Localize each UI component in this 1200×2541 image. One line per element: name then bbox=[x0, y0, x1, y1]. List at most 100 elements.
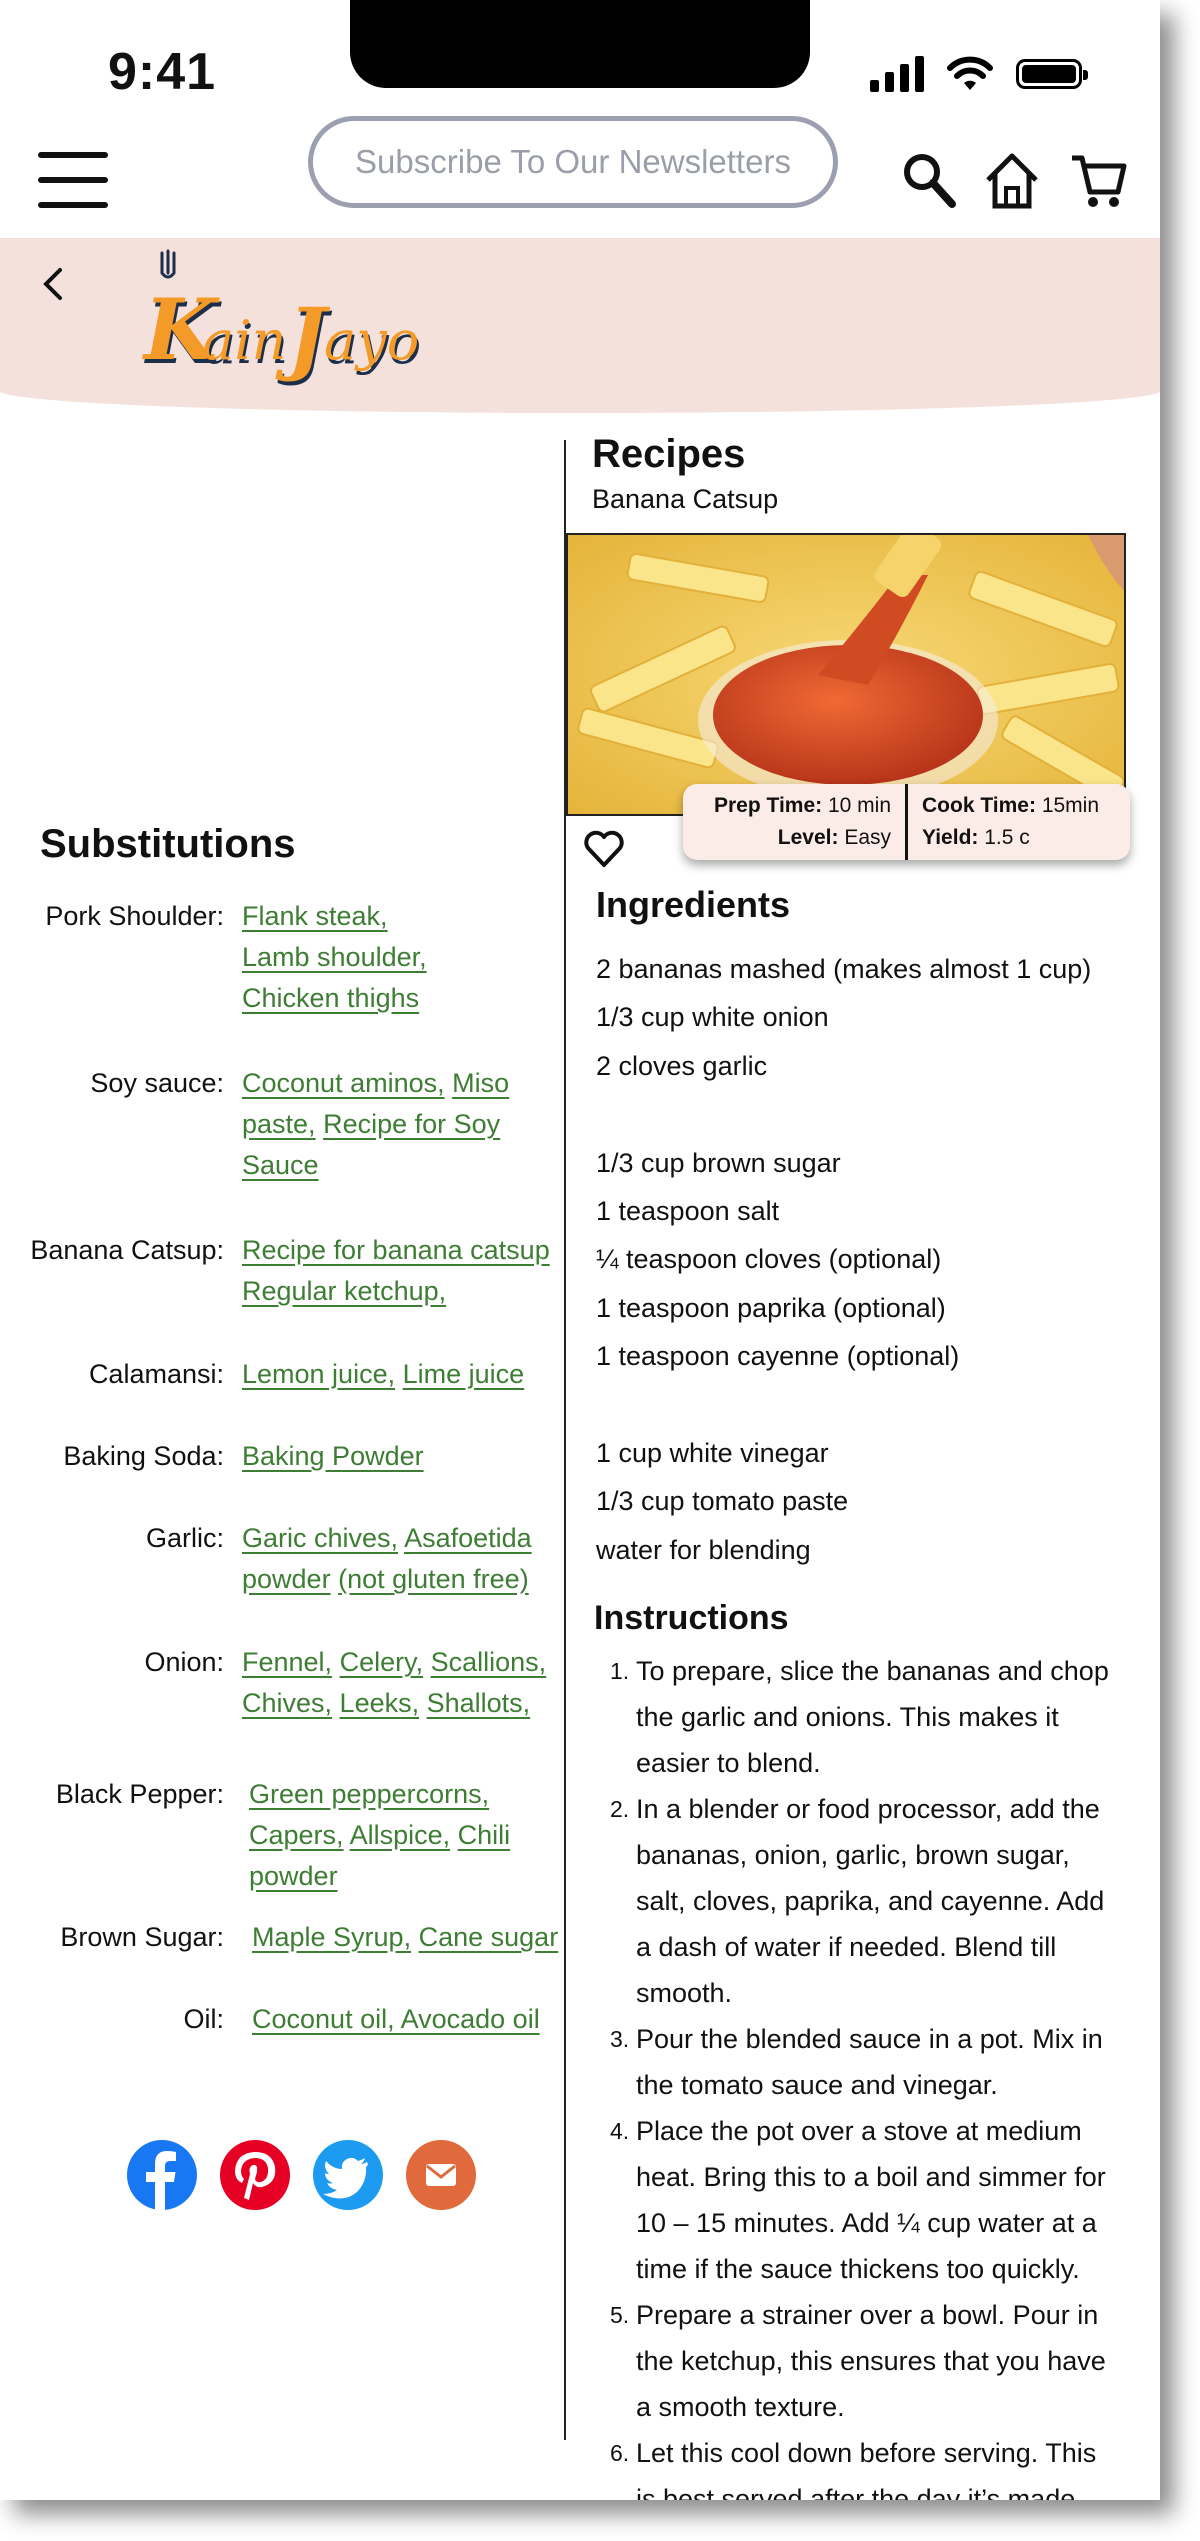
substitution-line: powder bbox=[249, 1856, 569, 1897]
kain-tayo-logo[interactable]: K K ain ain J J ayo ayo bbox=[140, 245, 440, 415]
menu-icon[interactable] bbox=[38, 152, 108, 208]
ingredient-item: 1 teaspoon salt bbox=[596, 1195, 780, 1226]
substitution-link[interactable]: Lemon juice, bbox=[242, 1359, 395, 1389]
substitution-line: Regular ketchup, bbox=[242, 1271, 562, 1312]
substitution-links: Fennel, Celery, Scallions, Chives, Leeks,… bbox=[242, 1642, 562, 1724]
substitution-link[interactable]: Coconut oil, Avocado oil bbox=[252, 2004, 540, 2034]
substitution-link[interactable]: Baking Powder bbox=[242, 1441, 424, 1471]
step-text: Let this cool down before serving. This … bbox=[636, 2438, 1097, 2500]
substitution-link[interactable]: Shallots, bbox=[427, 1688, 531, 1718]
back-chevron-icon[interactable] bbox=[36, 262, 70, 306]
substitution-links: Coconut oil, Avocado oil bbox=[252, 1999, 572, 2040]
substitution-line: powder (not gluten free) bbox=[242, 1559, 562, 1600]
substitution-link[interactable]: Recipe for banana catsup bbox=[242, 1235, 550, 1265]
substitution-link[interactable]: Garic chives, bbox=[242, 1523, 398, 1553]
ingredient-item: 1 cup white vinegar bbox=[596, 1437, 829, 1468]
wifi-icon bbox=[947, 56, 993, 90]
substitution-link[interactable]: Chili bbox=[458, 1820, 511, 1850]
substitution-link[interactable]: Flank steak, bbox=[242, 901, 388, 931]
substitution-link[interactable]: powder bbox=[242, 1564, 331, 1594]
instruction-step: 5. Prepare a strainer over a bowl. Pour i… bbox=[596, 2292, 1116, 2430]
ingredient-spacer bbox=[596, 1381, 1116, 1429]
instructions-list: 1. To prepare, slice the bananas and chop… bbox=[596, 1648, 1116, 2500]
step-number: 2. bbox=[610, 1796, 630, 1822]
facebook-icon[interactable] bbox=[127, 2140, 197, 2210]
substitution-label: Onion: bbox=[144, 1647, 224, 1677]
substitution-links: Green peppercorns, Capers, Allspice, Chil… bbox=[249, 1774, 569, 1897]
step-text: To prepare, slice the bananas and chop t… bbox=[636, 1656, 1109, 1778]
substitution-link[interactable]: Lamb shoulder, bbox=[242, 942, 427, 972]
prep-time-value: 10 min bbox=[827, 794, 891, 817]
substitution-line: paste, Recipe for Soy bbox=[242, 1104, 562, 1145]
substitution-links: Recipe for banana catsup Regular ketchup, bbox=[242, 1230, 562, 1312]
ingredient-item: 1 teaspoon paprika (optional) bbox=[596, 1292, 946, 1323]
substitution-label: Brown Sugar: bbox=[60, 1922, 224, 1952]
substitution-link[interactable]: paste, bbox=[242, 1109, 316, 1139]
substitution-link[interactable]: Asafoetida bbox=[404, 1523, 532, 1553]
info-col-left: Prep Time: 10 min Level: Easy bbox=[683, 784, 908, 860]
recipe-photo bbox=[566, 533, 1126, 816]
substitution-link[interactable]: powder bbox=[249, 1861, 338, 1891]
email-icon[interactable] bbox=[406, 2140, 476, 2210]
instructions-heading: Instructions bbox=[594, 1599, 789, 1637]
substitution-link[interactable]: Miso bbox=[452, 1068, 509, 1098]
substitution-label: Soy sauce: bbox=[90, 1068, 224, 1098]
notch bbox=[350, 0, 810, 88]
substitution-link[interactable]: (not gluten free) bbox=[338, 1564, 529, 1594]
search-icon[interactable] bbox=[900, 148, 960, 212]
substitution-link[interactable]: Celery, bbox=[340, 1647, 424, 1677]
substitution-links: Maple Syrup, Cane sugar bbox=[252, 1917, 572, 1958]
substitution-link[interactable]: Chicken thighs bbox=[242, 983, 419, 1013]
substitution-label: Banana Catsup: bbox=[30, 1235, 224, 1265]
substitution-link[interactable]: Green peppercorns, bbox=[249, 1779, 489, 1809]
ingredient-item: water for blending bbox=[596, 1534, 811, 1565]
substitution-label: Garlic: bbox=[145, 1523, 224, 1553]
favorite-heart-icon[interactable] bbox=[582, 829, 626, 869]
substitution-link[interactable]: Sauce bbox=[242, 1150, 319, 1180]
home-icon[interactable] bbox=[982, 148, 1042, 212]
cook-time-label: Cook Time: bbox=[922, 794, 1036, 817]
step-number: 6. bbox=[610, 2440, 630, 2466]
substitution-link[interactable]: Lime juice bbox=[403, 1359, 525, 1389]
cart-icon[interactable] bbox=[1068, 148, 1128, 212]
ingredient-item: 1/3 cup brown sugar bbox=[596, 1147, 841, 1178]
substitution-line: Lemon juice, Lime juice bbox=[242, 1354, 562, 1395]
substitution-line: Garic chives, Asafoetida bbox=[242, 1518, 562, 1559]
ingredient-item: 1 teaspoon cayenne (optional) bbox=[596, 1341, 960, 1372]
substitution-line: Green peppercorns, bbox=[249, 1774, 569, 1815]
substitution-link[interactable]: Allspice, bbox=[350, 1820, 451, 1850]
substitution-link[interactable]: Cane sugar bbox=[419, 1922, 559, 1952]
substitution-link[interactable]: Fennel, bbox=[242, 1647, 332, 1677]
ingredient-item: 2 cloves garlic bbox=[596, 1050, 768, 1081]
substitution-link[interactable]: Maple Syrup, bbox=[252, 1922, 411, 1952]
level-value: Easy bbox=[844, 826, 891, 849]
substitution-line: Fennel, Celery, Scallions, bbox=[242, 1642, 562, 1683]
substitution-link[interactable]: Leeks, bbox=[340, 1688, 420, 1718]
pinterest-icon[interactable] bbox=[220, 2140, 290, 2210]
twitter-icon[interactable] bbox=[313, 2140, 383, 2210]
battery-icon bbox=[1016, 59, 1088, 89]
step-text: Prepare a strainer over a bowl. Pour in … bbox=[636, 2300, 1106, 2422]
substitution-line: Sauce bbox=[242, 1145, 562, 1186]
recipe-info-card: Prep Time: 10 min Level: Easy Cook Time:… bbox=[683, 784, 1130, 860]
substitution-link[interactable]: Chives, bbox=[242, 1688, 332, 1718]
ingredient-item: 1/3 cup tomato paste bbox=[596, 1486, 849, 1517]
ingredients-heading: Ingredients bbox=[596, 884, 791, 925]
substitution-link[interactable]: Capers, bbox=[249, 1820, 344, 1850]
step-number: 5. bbox=[610, 2302, 630, 2328]
substitution-line: Coconut aminos, Miso bbox=[242, 1063, 562, 1104]
substitution-link[interactable]: Regular ketchup, bbox=[242, 1276, 446, 1306]
status-time: 9:41 bbox=[108, 43, 217, 101]
ingredient-item: ¼ teaspoon cloves (optional) bbox=[596, 1244, 942, 1275]
substitution-links: Baking Powder bbox=[242, 1436, 562, 1477]
substitution-link[interactable]: Recipe for Soy bbox=[323, 1109, 500, 1139]
status-icons bbox=[870, 56, 1088, 92]
substitution-line: Flank steak, bbox=[242, 896, 562, 937]
substitution-link[interactable]: Coconut aminos, bbox=[242, 1068, 445, 1098]
ingredient-spacer bbox=[596, 1090, 1116, 1138]
newsletter-subscribe-input[interactable]: Subscribe To Our Newsletters bbox=[308, 116, 838, 208]
substitution-line: Recipe for banana catsup bbox=[242, 1230, 562, 1271]
substitution-link[interactable]: Scallions, bbox=[431, 1647, 547, 1677]
ingredient-item: 1/3 cup white onion bbox=[596, 1002, 829, 1033]
recipe-name: Banana Catsup bbox=[592, 484, 779, 514]
